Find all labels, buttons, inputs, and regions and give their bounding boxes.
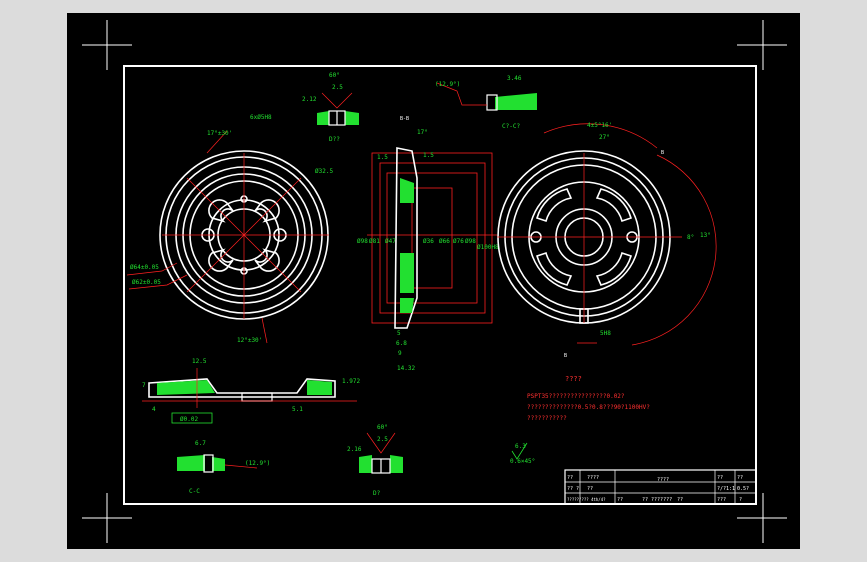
tb-cell-7: ?? xyxy=(587,486,593,492)
bottom-detail-d: 60° 2.5 2.16 D? xyxy=(347,424,403,497)
bl-dim-4: 4 xyxy=(152,406,156,413)
mid-dim-8: Ø98 xyxy=(465,238,476,245)
notes-line-3: ??????????? xyxy=(527,415,567,422)
bottom-cc-label: C-C xyxy=(189,488,200,495)
title-block: ?? ???? ???? ?? ?? ?? ? ?/?1:1 ?? 0.5? ?… xyxy=(564,469,757,505)
left-dia-2: Ø62±0.05 xyxy=(132,279,161,286)
mid-dim-1: 1.5 xyxy=(423,152,434,159)
mid-dim-14: 14.32 xyxy=(397,365,415,372)
tb-cell-0: ?? xyxy=(567,475,573,481)
section-bb-view: B-B 17° 1.5 1.5 Ø98 Ø81 Ø47 Ø36 Ø66 Ø76 … xyxy=(357,116,499,372)
top-note: D?? xyxy=(329,136,340,143)
mid-dim-6: Ø66 xyxy=(439,238,450,245)
mid-dim-2: Ø98 xyxy=(357,238,368,245)
bottom-detail-cc: 6.7 (12.9°) C-C xyxy=(177,440,270,495)
mid-dim-4: Ø47 xyxy=(385,238,396,245)
cad-drawing: 17°±30' 6xØ5H8 12°±30' Ø64±0.05 Ø62±0.05… xyxy=(82,20,787,543)
right-plan-view: 4±5°16' 27° 8° 13° B B 5H8 xyxy=(497,122,717,359)
top-detail-cc: (12.9°) 3.46 C?-C? xyxy=(435,75,537,130)
bottom-cc-angle: (12.9°) xyxy=(245,460,270,467)
left-plan-view: 17°±30' 6xØ5H8 12°±30' Ø64±0.05 Ø62±0.05… xyxy=(126,114,333,344)
tb-cell-6: ?/?1:1 xyxy=(717,486,735,492)
bl-dim-3: 1.972 xyxy=(342,378,360,385)
notes-line-1: PSPT35????????????????0.02? xyxy=(527,393,625,400)
right-angle-2: 27° xyxy=(599,134,610,141)
mid-dim-0: 1.5 xyxy=(377,154,388,161)
cc-width: 3.46 xyxy=(507,75,522,82)
surface-note: 6.3 0.6×45° xyxy=(510,442,535,465)
mid-dim-5: Ø36 xyxy=(423,238,434,245)
top-depth: 2.12 xyxy=(302,96,317,103)
bottom-d-width: 2.5 xyxy=(377,436,388,443)
left-ref-dia: Ø32.5 xyxy=(315,168,333,175)
notes-line-2: ??????????????0.5?0.8???90?1100HV? xyxy=(527,404,650,411)
bottom-d-depth: 2.16 xyxy=(347,446,362,453)
section-title: B-B xyxy=(400,116,409,122)
right-b-bottom: B xyxy=(564,353,567,359)
tb-cell-1: ???? xyxy=(587,475,599,481)
bl-dim-5: 5.1 xyxy=(292,406,303,413)
tb-cell-9: ?? xyxy=(617,497,623,503)
right-angle-1: 4±5°16' xyxy=(587,122,612,129)
bl-dim-0: 7 xyxy=(142,382,146,389)
tb-cell-2: ???? xyxy=(657,477,669,483)
right-b-top: B xyxy=(661,150,664,156)
mid-dim-12: 6.8 xyxy=(396,340,407,347)
mid-dim-7: Ø76 xyxy=(453,238,464,245)
right-angle-3: 8° xyxy=(687,234,694,241)
top-width: 2.5 xyxy=(332,84,343,91)
tb-cell-14: ?? xyxy=(677,497,683,503)
right-angle-4: 13° xyxy=(700,232,711,239)
top-angle: 60° xyxy=(329,72,340,79)
tb-cell-3: ?? xyxy=(717,475,723,481)
left-hole-callout: 6xØ5H8 xyxy=(250,114,272,121)
tb-cell-10: ?? ??????? xyxy=(642,497,672,503)
bottom-d-angle: 60° xyxy=(377,424,388,431)
drawing-sheet: 17°±30' 6xØ5H8 12°±30' Ø64±0.05 Ø62±0.05… xyxy=(67,13,800,549)
bottom-left-section: 7 Ø0.02 12.5 1.972 4 5.1 xyxy=(142,358,360,424)
mid-dim-13: 9 xyxy=(398,350,402,357)
mid-dim-9: Ø100H8 xyxy=(477,244,499,251)
bottom-d-label: D? xyxy=(373,490,381,497)
mid-dim-11: 5 xyxy=(397,330,401,337)
tb-cell-5: ?? ? xyxy=(567,486,579,492)
right-hole: 5H8 xyxy=(600,330,611,337)
bl-dim-2: 12.5 xyxy=(192,358,207,365)
top-detail-d: 60° 2.5 2.12 D?? xyxy=(302,72,359,143)
section-angle: 17° xyxy=(417,129,428,136)
bl-dim-1: Ø0.02 xyxy=(180,416,198,423)
roughness-value: 6.3 xyxy=(515,443,526,450)
mid-dim-3: Ø81 xyxy=(369,238,380,245)
cc-angle: (12.9°) xyxy=(435,81,460,88)
tb-cell-4: ?? xyxy=(737,475,743,481)
chamfer-value: 0.6×45° xyxy=(510,458,535,465)
tb-cell-13: ?????/??? 4th/4? xyxy=(567,497,606,502)
left-angle-bottom: 12°±30' xyxy=(237,337,262,344)
bottom-cc-width: 6.7 xyxy=(195,440,206,447)
cc-label: C?-C? xyxy=(502,123,520,130)
tb-cell-12: ? xyxy=(739,497,742,503)
left-angle-top: 17°±30' xyxy=(207,130,232,137)
notes-title: ???? xyxy=(565,375,582,383)
left-dia-1: Ø64±0.05 xyxy=(130,264,159,271)
technical-notes: ???? PSPT35????????????????0.02? ???????… xyxy=(527,375,650,422)
tb-cell-8: 0.5? xyxy=(737,486,749,492)
tb-cell-11: ??? xyxy=(717,497,726,503)
mid-dim-10: 1.5 xyxy=(400,256,411,263)
